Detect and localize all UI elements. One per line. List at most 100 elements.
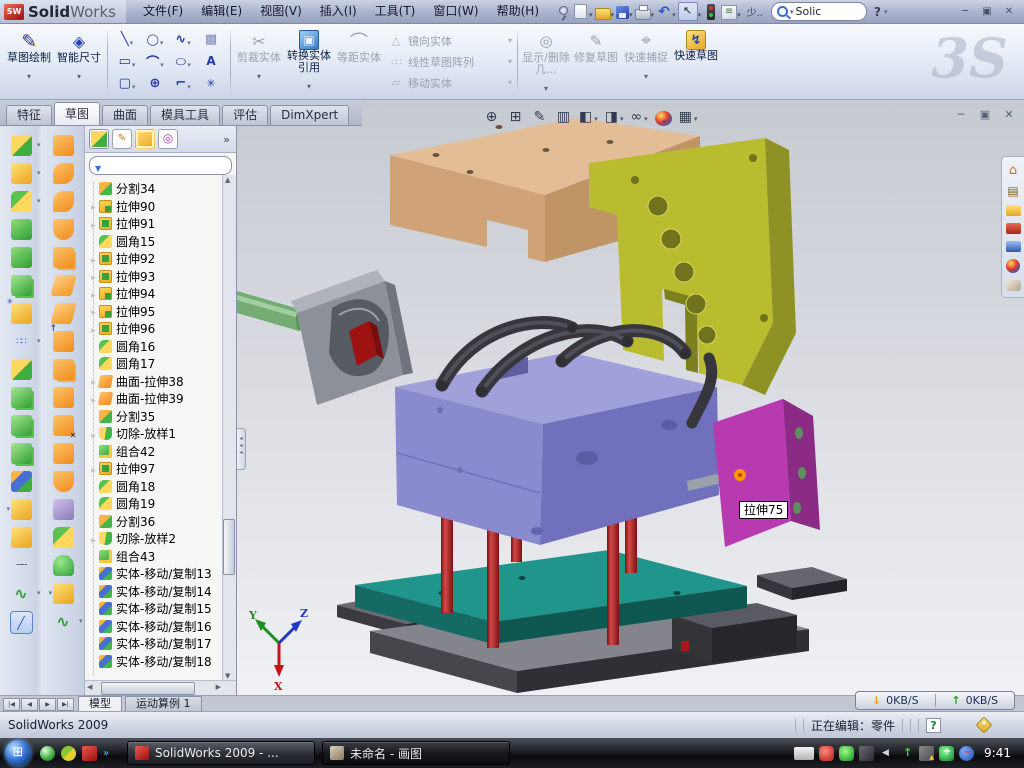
3d-viewport[interactable]: Y Z X ─ ▣ ✕ 拉伸75 (237, 100, 1024, 695)
select-icon[interactable] (677, 2, 703, 21)
zoom-area-icon[interactable] (507, 108, 524, 126)
mid-surface-icon[interactable] (53, 499, 74, 520)
doc-nav-button[interactable]: ▶ (39, 698, 56, 711)
security-shield-icon[interactable] (839, 746, 854, 761)
extruded-surface-icon[interactable] (53, 135, 74, 156)
edit-appearance-icon[interactable] (655, 111, 672, 126)
start-button[interactable] (5, 740, 31, 766)
move-copy-body-icon[interactable] (11, 471, 32, 492)
ribbon-tab[interactable]: 曲面 (102, 105, 148, 125)
dimxpert-manager-tab[interactable] (158, 129, 178, 149)
tree-expander-icon[interactable] (88, 304, 99, 318)
measure-icon[interactable] (10, 611, 33, 634)
tree-item[interactable]: 实体-移动/复制17 (88, 635, 223, 653)
tree-item[interactable]: 拉伸92 (88, 250, 223, 268)
taskbar-task-button[interactable]: SolidWorks 2009 - ... (127, 741, 315, 765)
tree-item[interactable]: 圆角17 (88, 355, 223, 373)
tree-expander-icon[interactable] (88, 287, 99, 301)
feature-manager-tab[interactable] (89, 129, 109, 149)
surface-fillet-icon[interactable] (53, 527, 74, 548)
filled-surface-icon[interactable] (53, 247, 74, 268)
tree-item[interactable]: 切除-放样1 (88, 425, 223, 443)
draft-icon[interactable] (11, 387, 32, 408)
spline-curve-icon[interactable] (11, 583, 32, 604)
tree-item[interactable]: 分割35 (88, 408, 223, 426)
offset-entities-button[interactable]: 等距实体 (334, 26, 384, 97)
tree-item[interactable]: 分割34 (88, 180, 223, 198)
planar-surface-icon[interactable] (50, 303, 76, 324)
sketch-button[interactable]: 草图绘制 (4, 26, 54, 97)
move-entities-button[interactable]: 移动实体▾ (384, 73, 514, 93)
circle-icon[interactable] (141, 29, 169, 51)
tree-expander-icon[interactable] (88, 217, 99, 231)
spline-tool-icon[interactable] (53, 611, 74, 632)
menu-item[interactable]: 视图(V) (251, 0, 311, 23)
repair-sketch-button[interactable]: 修复草图 (571, 26, 621, 97)
security-ball-icon[interactable] (61, 746, 76, 761)
appearances-icon[interactable] (1006, 259, 1020, 273)
ribbon-tab[interactable]: 模具工具 (150, 105, 220, 125)
tree-item[interactable]: 组合42 (88, 443, 223, 461)
ribbon-tab[interactable]: 评估 (222, 105, 268, 125)
custom-properties-icon[interactable] (1006, 280, 1021, 291)
window-restore-button[interactable]: ▣ (980, 3, 994, 21)
solidworks-quicklaunch-icon[interactable] (82, 746, 97, 761)
display-style-icon[interactable] (605, 108, 624, 126)
property-manager-tab[interactable] (112, 129, 132, 149)
antivirus-shield-icon[interactable] (819, 746, 834, 761)
tree-item[interactable]: 拉伸96 (88, 320, 223, 338)
tree-expander-icon[interactable] (88, 427, 99, 441)
pin-icon[interactable] (553, 4, 571, 20)
tree-expander-icon[interactable] (88, 199, 99, 213)
tree-item[interactable]: 分割36 (88, 513, 223, 531)
window-minimize-button[interactable]: ─ (958, 3, 972, 21)
rebuild-icon[interactable] (702, 4, 720, 20)
linear-sketch-pattern-button[interactable]: 线性草图阵列▾ (384, 52, 514, 72)
mirror-body-icon[interactable] (11, 415, 32, 436)
configuration-manager-tab[interactable] (135, 129, 155, 149)
tree-item[interactable]: 拉伸95 (88, 303, 223, 321)
open-icon[interactable] (594, 2, 616, 21)
defender-icon[interactable] (939, 746, 954, 761)
sketch-fillet-icon[interactable] (169, 73, 197, 95)
knit-surface-icon[interactable] (53, 359, 74, 380)
tags-icon[interactable] (976, 717, 993, 734)
tree-vertical-scrollbar[interactable] (222, 175, 236, 681)
shell-icon[interactable] (11, 303, 32, 324)
help-caret-icon[interactable]: ▾ (884, 8, 888, 16)
apply-scene-icon[interactable] (679, 108, 698, 126)
revolve-icon[interactable] (11, 247, 32, 268)
chamfer-icon[interactable] (11, 219, 32, 240)
fillet-icon[interactable] (11, 191, 32, 212)
smart-dimension-button[interactable]: 智能尺寸 (54, 26, 104, 97)
tree-item[interactable]: 组合43 (88, 548, 223, 566)
panel-chevron-icon[interactable] (223, 133, 232, 146)
delete-body-icon[interactable] (11, 527, 32, 548)
menu-item[interactable]: 工具(T) (366, 0, 425, 23)
undo-icon[interactable] (655, 2, 677, 21)
help-button[interactable]: ? (874, 5, 881, 19)
menu-item[interactable]: 插入(I) (311, 0, 366, 23)
scrollbar-thumb[interactable] (101, 682, 195, 695)
tree-item[interactable]: 拉伸93 (88, 268, 223, 286)
tree-item[interactable]: 实体-移动/复制16 (88, 618, 223, 636)
options-icon[interactable] (720, 2, 742, 21)
dome-icon[interactable] (53, 555, 74, 576)
rib-icon[interactable] (11, 359, 32, 380)
doc-nav-button[interactable]: |◀ (3, 698, 20, 711)
offset-surface-icon[interactable] (50, 275, 76, 296)
tree-item[interactable]: 切除-放样2 (88, 530, 223, 548)
menu-item[interactable]: 文件(F) (134, 0, 192, 23)
spline-icon[interactable] (169, 29, 197, 51)
insert-feature-icon[interactable] (53, 583, 74, 604)
design-library-icon[interactable] (1006, 184, 1021, 198)
tree-item[interactable]: 实体-移动/复制14 (88, 583, 223, 601)
rectangle-icon[interactable] (113, 51, 141, 73)
doc-nav-button[interactable]: ◀ (21, 698, 38, 711)
ellipse-icon[interactable] (169, 51, 197, 73)
ribbon-tab[interactable]: 特征 (6, 105, 52, 125)
extruded-cut-icon[interactable] (11, 163, 32, 184)
solidworks-resources-icon[interactable] (1006, 163, 1021, 177)
extend-surface-icon[interactable] (53, 219, 74, 240)
tree-expander-icon[interactable] (88, 462, 99, 476)
